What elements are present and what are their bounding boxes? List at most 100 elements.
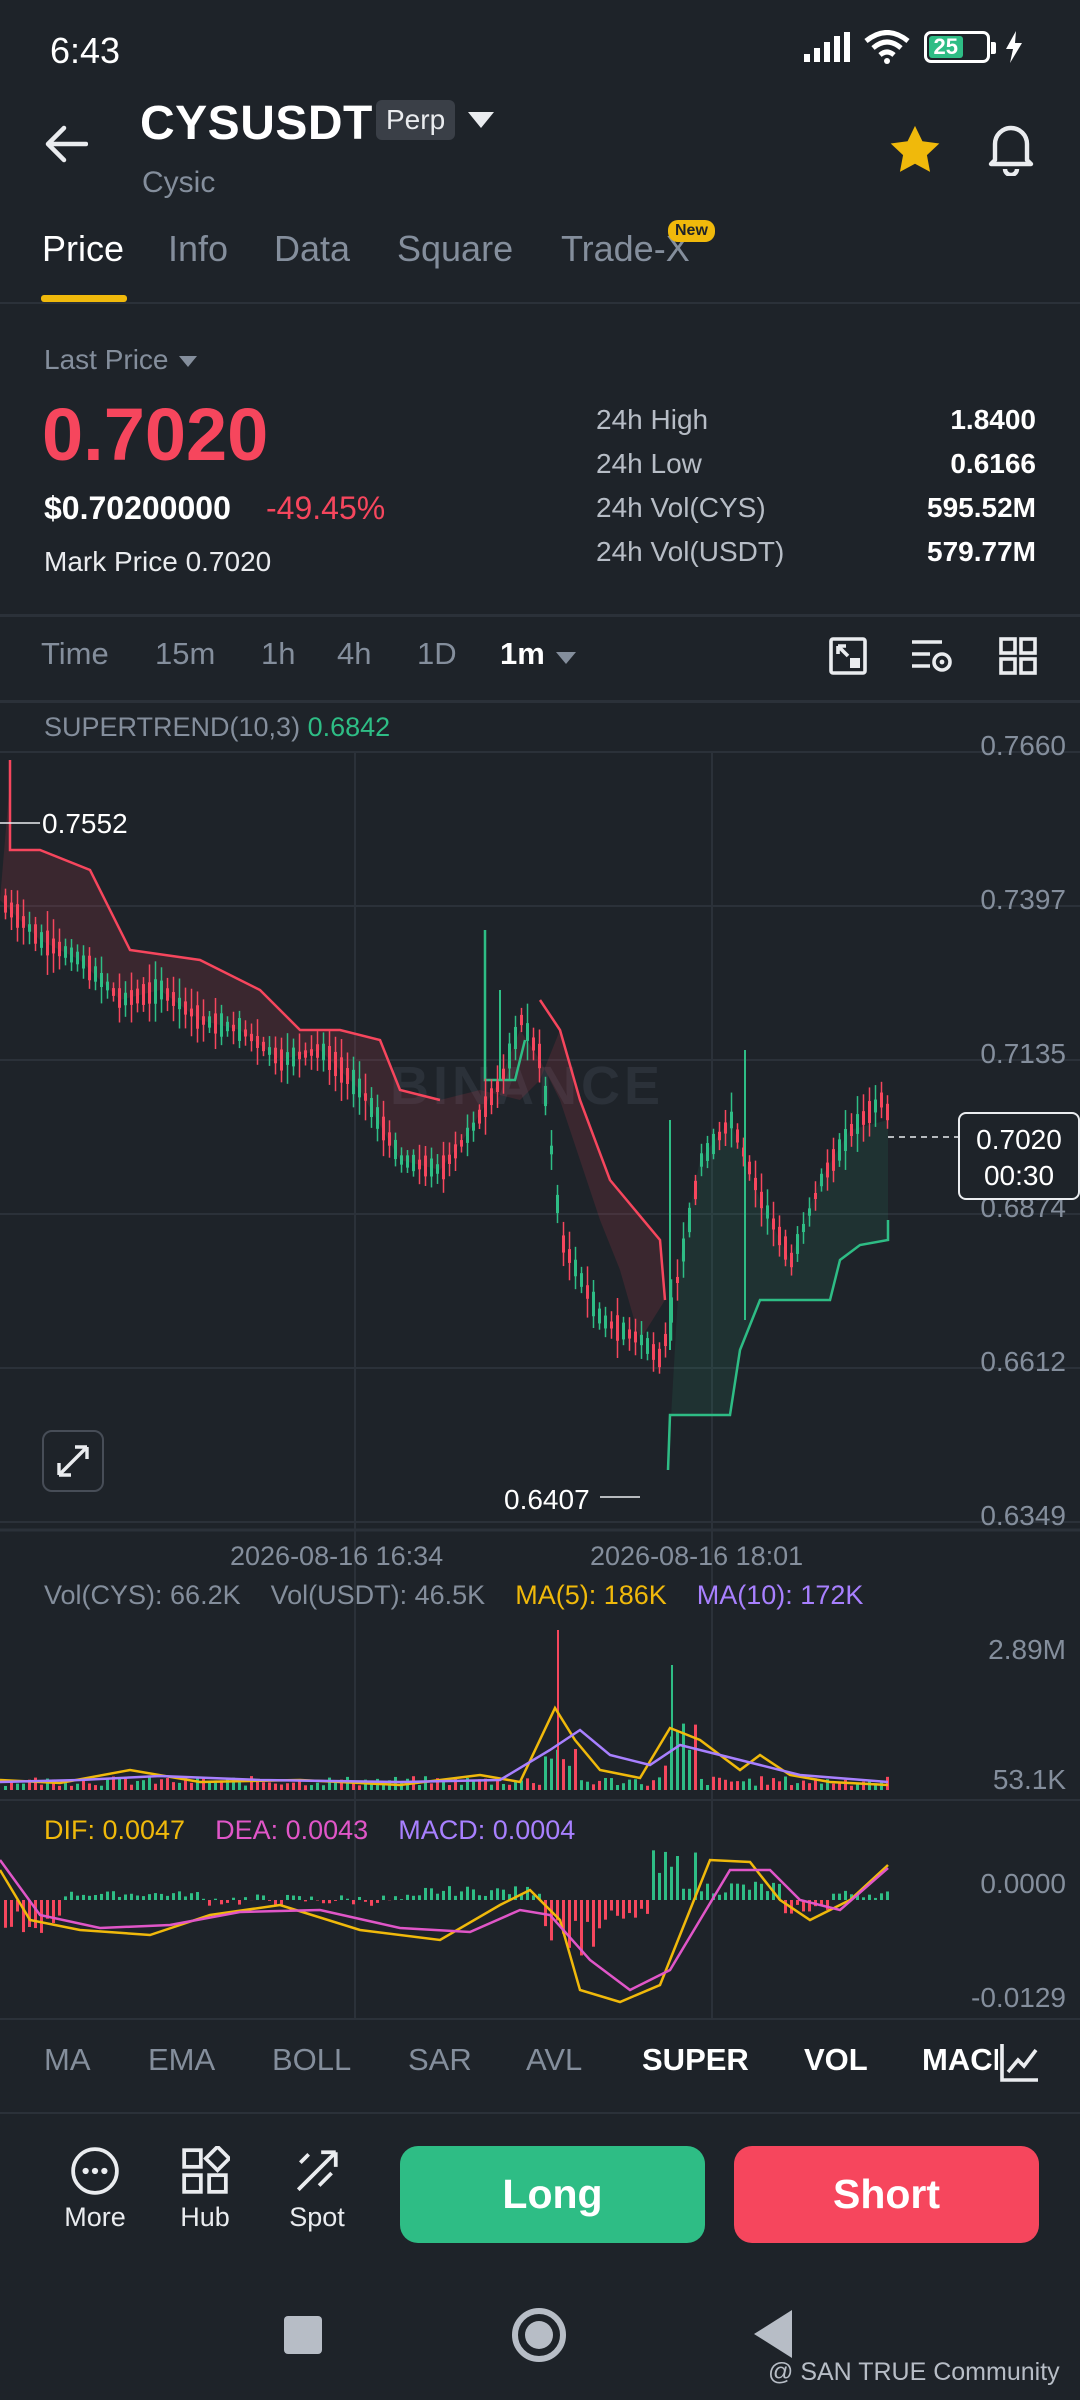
macd-bar (154, 1893, 157, 1900)
candle (808, 1208, 811, 1216)
macd-bar (286, 1894, 289, 1900)
volume-bar (304, 1785, 307, 1790)
date-label: 2026-08-16 16:34 (230, 1541, 444, 1571)
candle (760, 1191, 763, 1209)
candle (274, 1047, 277, 1064)
indicator-tabs: MA EMA BOLL SAR AVL SUPER VOL MACD (0, 2018, 1080, 2114)
macd-bar (604, 1900, 607, 1920)
indicator-tab-boll[interactable]: BOLL (272, 2042, 351, 2078)
indicator-tab-avl[interactable]: AVL (526, 2042, 582, 2078)
candle (850, 1123, 853, 1137)
grid-layout-icon[interactable] (998, 636, 1038, 676)
short-button[interactable]: Short (734, 2146, 1039, 2243)
interval-dropdown-icon[interactable] (556, 652, 576, 664)
volume-bar (634, 1779, 637, 1790)
interval-4h[interactable]: 4h (337, 636, 371, 672)
more-button[interactable]: More (50, 2146, 140, 2233)
interval-time[interactable]: Time (41, 636, 109, 672)
candle (394, 1139, 397, 1160)
indicator-tab-macd[interactable]: MACD (922, 2042, 998, 2078)
candle (460, 1140, 463, 1147)
status-time: 6:43 (50, 30, 121, 71)
symbol-dropdown-icon[interactable] (468, 112, 494, 128)
symbol-title[interactable]: CYSUSDT (140, 96, 373, 151)
indicator-tab-ema[interactable]: EMA (148, 2042, 215, 2078)
candle (124, 992, 127, 1006)
spot-button[interactable]: Spot (272, 2146, 362, 2233)
macd-bar (658, 1872, 661, 1900)
current-price-tag: 0.7020 00:30 (958, 1112, 1080, 1200)
candle (106, 981, 109, 991)
candle (796, 1234, 799, 1254)
macd-bar (184, 1896, 187, 1900)
candle (496, 1081, 499, 1092)
volume-bar (568, 1765, 571, 1790)
candle-countdown: 00:30 (983, 1160, 1055, 1191)
macd-bar (340, 1895, 343, 1900)
favorite-star-icon[interactable] (888, 124, 942, 176)
chart-fullscreen-icon[interactable] (828, 636, 868, 676)
volume-bar (706, 1785, 709, 1790)
last-price-selector[interactable]: Last Price (44, 344, 197, 376)
macd-bar (268, 1900, 271, 1901)
interval-1m[interactable]: 1m (500, 636, 545, 672)
battery-icon: 25 (924, 31, 996, 63)
macd-bar (304, 1900, 307, 1902)
tab-info[interactable]: Info (168, 228, 228, 270)
indicator-settings-icon[interactable] (910, 636, 954, 676)
long-button[interactable]: Long (400, 2146, 705, 2243)
active-tab-indicator (41, 295, 127, 302)
candle (400, 1155, 403, 1165)
system-back-button[interactable] (754, 2310, 792, 2358)
volume-legend: Vol(CYS): 66.2K Vol(USDT): 46.5K MA(5): … (44, 1580, 863, 1611)
interval-1h[interactable]: 1h (261, 636, 295, 672)
macd-bar (382, 1895, 385, 1900)
back-arrow-icon[interactable] (44, 125, 88, 163)
candle (694, 1180, 697, 1200)
candle (28, 924, 31, 932)
wifi-icon (864, 30, 910, 64)
volume-bar (700, 1778, 703, 1790)
macd-bar (172, 1893, 175, 1900)
macd-bar (844, 1890, 847, 1900)
candle (328, 1046, 331, 1070)
indicator-tab-ma[interactable]: MA (44, 2042, 91, 2078)
candle (322, 1043, 325, 1061)
macd-bar (394, 1896, 397, 1900)
mark-price-label: Mark Price (44, 546, 178, 577)
candle (598, 1308, 601, 1324)
tab-square[interactable]: Square (397, 228, 513, 270)
new-badge: New (668, 220, 715, 242)
macd-bar (652, 1850, 655, 1900)
volume-bar (772, 1778, 775, 1790)
indicator-tab-super[interactable]: SUPER (642, 2042, 749, 2078)
candle (244, 1029, 247, 1037)
volume-axis-top: 2.89M (988, 1634, 1066, 1665)
interval-1d[interactable]: 1D (417, 636, 457, 672)
tab-price[interactable]: Price (42, 228, 124, 270)
tab-data[interactable]: Data (274, 228, 350, 270)
notification-bell-icon[interactable] (985, 122, 1037, 176)
interval-15m[interactable]: 15m (155, 636, 215, 672)
indicator-tab-vol[interactable]: VOL (804, 2042, 868, 2078)
volume-bar (124, 1778, 127, 1790)
macd-bar (766, 1891, 769, 1900)
macd-bar (376, 1900, 379, 1903)
recent-apps-button[interactable] (284, 2316, 322, 2354)
hub-button[interactable]: Hub (160, 2146, 250, 2233)
candle (280, 1049, 283, 1071)
candle (604, 1315, 607, 1329)
divider (0, 614, 1080, 617)
volume-bar (34, 1777, 37, 1790)
expand-chart-button[interactable] (42, 1430, 104, 1492)
home-button[interactable] (512, 2308, 566, 2362)
volume-bar (460, 1784, 463, 1790)
indicator-tab-sar[interactable]: SAR (408, 2042, 472, 2078)
indicator-chart-icon[interactable] (998, 2040, 1042, 2084)
candle (772, 1218, 775, 1230)
macd-bar (82, 1894, 85, 1900)
macd-bar (328, 1900, 331, 1904)
candle (82, 955, 85, 969)
macd-bar (484, 1895, 487, 1900)
battery-level: 25 (929, 34, 963, 59)
